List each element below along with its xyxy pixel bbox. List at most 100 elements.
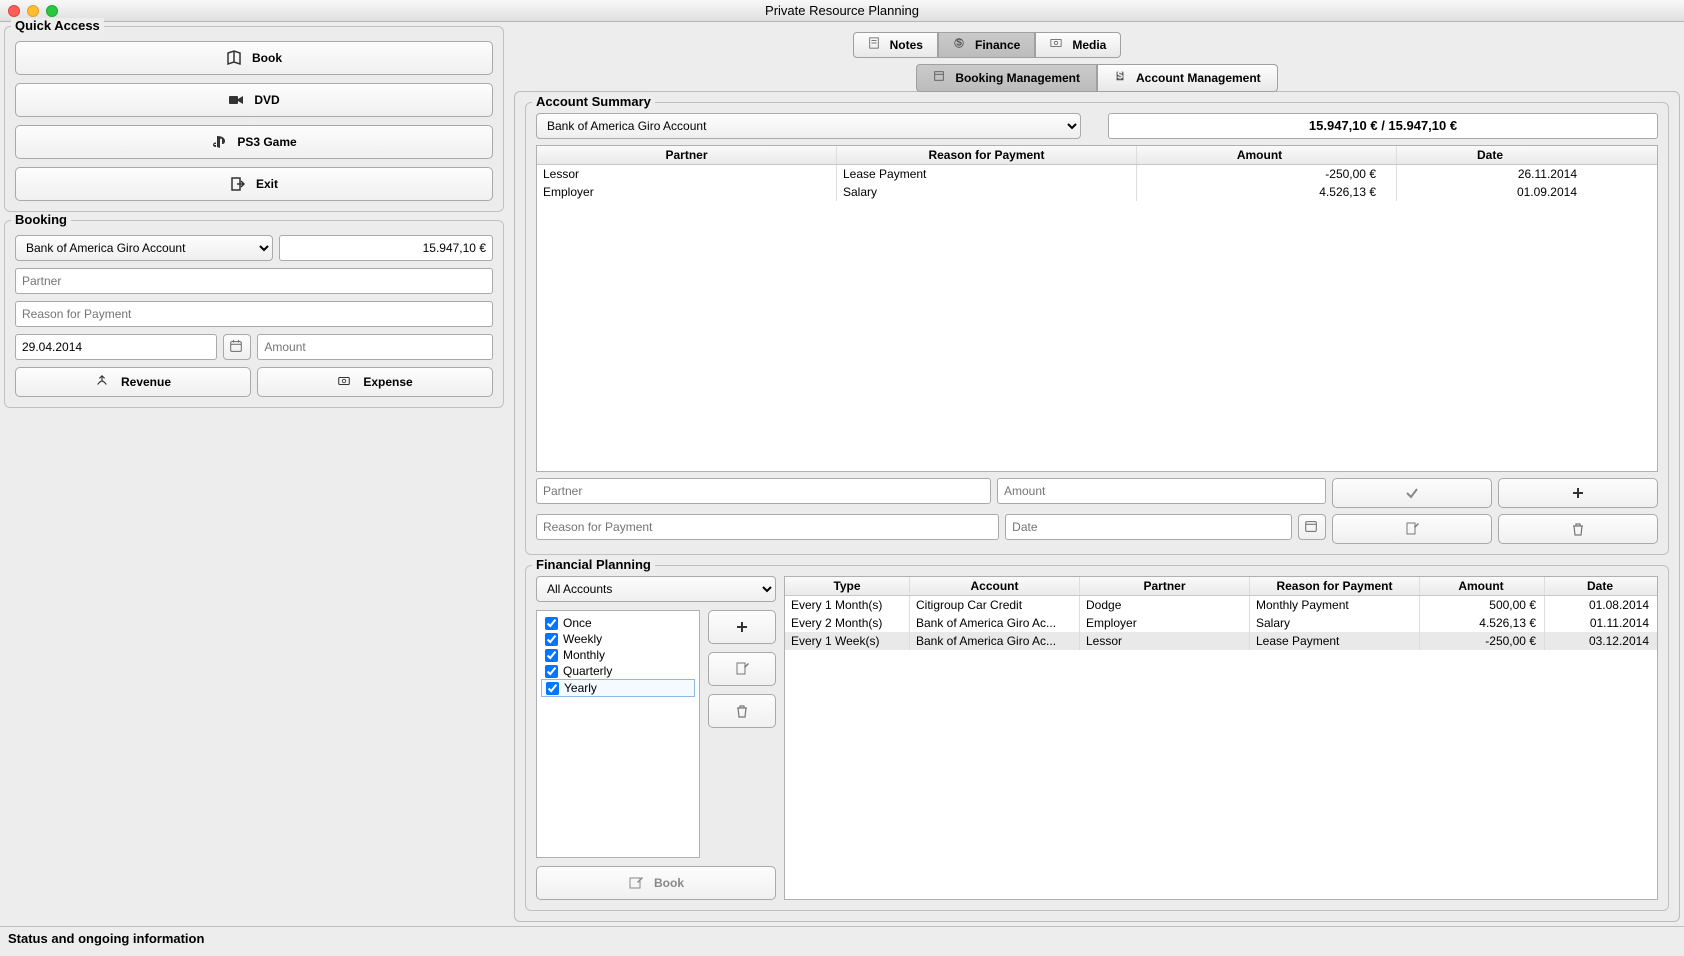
- booking-partner-input[interactable]: [15, 268, 493, 294]
- freq-once-row[interactable]: Once: [541, 615, 695, 631]
- summary-header-reason[interactable]: Reason for Payment: [837, 146, 1137, 164]
- edit-icon: [1404, 521, 1420, 537]
- summary-partner-input[interactable]: [536, 478, 991, 504]
- quick-ps3-button[interactable]: PS3 Game: [15, 125, 493, 159]
- summary-header-amount[interactable]: Amount: [1137, 146, 1397, 164]
- planning-header-account[interactable]: Account: [910, 577, 1080, 595]
- summary-header-date[interactable]: Date: [1397, 146, 1657, 164]
- quick-exit-button[interactable]: Exit: [15, 167, 493, 201]
- main-tabs: Notes $ Finance Media: [514, 32, 1680, 58]
- playstation-icon: [211, 134, 227, 150]
- status-text: Status and ongoing information: [8, 931, 204, 946]
- planning-add-button[interactable]: [708, 610, 776, 644]
- freq-weekly-checkbox[interactable]: [545, 633, 558, 646]
- quick-book-label: Book: [252, 51, 282, 65]
- expense-button[interactable]: Expense: [257, 367, 493, 397]
- quick-book-button[interactable]: Book: [15, 41, 493, 75]
- book-icon: [226, 50, 242, 66]
- freq-yearly-checkbox[interactable]: [546, 682, 559, 695]
- booking-account-select[interactable]: Bank of America Giro Account: [15, 235, 273, 261]
- planning-account-select[interactable]: All Accounts: [536, 576, 776, 602]
- table-row[interactable]: LessorLease Payment-250,00 €26.11.2014: [537, 165, 1657, 183]
- freq-weekly-row[interactable]: Weekly: [541, 631, 695, 647]
- summary-amount-input[interactable]: [997, 478, 1326, 504]
- quick-access-legend: Quick Access: [11, 18, 104, 33]
- table-row[interactable]: Every 2 Month(s)Bank of America Giro Ac.…: [785, 614, 1657, 632]
- freq-once-checkbox[interactable]: [545, 617, 558, 630]
- planning-book-button[interactable]: Book: [536, 866, 776, 900]
- revenue-icon: [95, 374, 111, 390]
- expense-icon: [337, 374, 353, 390]
- book-action-icon: [628, 875, 644, 891]
- media-icon: [1050, 37, 1066, 53]
- planning-table: Type Account Partner Reason for Payment …: [784, 576, 1658, 900]
- booking-date-input[interactable]: [15, 334, 217, 360]
- exit-icon: [230, 176, 246, 192]
- financial-planning-group: Financial Planning All Accounts Once Wee…: [525, 565, 1669, 911]
- check-icon: [1404, 485, 1420, 501]
- summary-account-select[interactable]: Bank of America Giro Account: [536, 113, 1081, 139]
- window-title: Private Resource Planning: [0, 3, 1684, 18]
- revenue-button[interactable]: Revenue: [15, 367, 251, 397]
- financial-planning-legend: Financial Planning: [532, 557, 655, 572]
- freq-yearly-row[interactable]: Yearly: [541, 679, 695, 697]
- booking-amount-input[interactable]: [257, 334, 493, 360]
- booking-reason-input[interactable]: [15, 301, 493, 327]
- planning-header-amount[interactable]: Amount: [1420, 577, 1545, 595]
- summary-add-button[interactable]: [1498, 478, 1658, 508]
- freq-quarterly-row[interactable]: Quarterly: [541, 663, 695, 679]
- table-row[interactable]: Every 1 Week(s)Bank of America Giro Ac..…: [785, 632, 1657, 650]
- table-row[interactable]: EmployerSalary4.526,13 €01.09.2014: [537, 183, 1657, 201]
- booking-legend: Booking: [11, 212, 71, 227]
- trash-icon: [734, 703, 750, 719]
- plus-icon: [734, 619, 750, 635]
- tab-account-management[interactable]: $ Account Management: [1097, 64, 1278, 92]
- quick-ps3-label: PS3 Game: [237, 135, 296, 149]
- booking-mgmt-icon: [933, 70, 949, 86]
- status-bar: Status and ongoing information: [0, 926, 1684, 956]
- svg-text:$: $: [956, 38, 962, 49]
- summary-date-picker-button[interactable]: [1298, 514, 1326, 540]
- account-mgmt-icon: $: [1114, 70, 1130, 86]
- quick-exit-label: Exit: [256, 177, 278, 191]
- booking-group: Booking Bank of America Giro Account: [4, 220, 504, 408]
- finance-icon: $: [953, 37, 969, 53]
- tab-notes[interactable]: Notes: [853, 32, 938, 58]
- summary-table: Partner Reason for Payment Amount Date L…: [536, 145, 1658, 472]
- planning-header-reason[interactable]: Reason for Payment: [1250, 577, 1420, 595]
- titlebar: Private Resource Planning: [0, 0, 1684, 22]
- planning-edit-button[interactable]: [708, 652, 776, 686]
- tab-media[interactable]: Media: [1035, 32, 1121, 58]
- sub-tabs: Booking Management $ Account Management: [514, 64, 1680, 92]
- notes-icon: [868, 37, 884, 53]
- expense-label: Expense: [363, 375, 412, 389]
- freq-monthly-checkbox[interactable]: [545, 649, 558, 662]
- plus-icon: [1570, 485, 1586, 501]
- planning-header-type[interactable]: Type: [785, 577, 910, 595]
- summary-date-input[interactable]: [1005, 514, 1292, 540]
- freq-monthly-row[interactable]: Monthly: [541, 647, 695, 663]
- booking-date-picker-button[interactable]: [223, 334, 251, 360]
- trash-icon: [1570, 521, 1586, 537]
- tab-booking-management[interactable]: Booking Management: [916, 64, 1097, 92]
- summary-confirm-button[interactable]: [1332, 478, 1492, 508]
- planning-delete-button[interactable]: [708, 694, 776, 728]
- summary-balance-display: 15.947,10 € / 15.947,10 €: [1108, 113, 1658, 139]
- planning-header-partner[interactable]: Partner: [1080, 577, 1250, 595]
- freq-quarterly-checkbox[interactable]: [545, 665, 558, 678]
- account-summary-group: Account Summary Bank of America Giro Acc…: [525, 102, 1669, 555]
- edit-icon: [734, 661, 750, 677]
- summary-header-partner[interactable]: Partner: [537, 146, 837, 164]
- summary-delete-button[interactable]: [1498, 514, 1658, 544]
- quick-dvd-button[interactable]: DVD: [15, 83, 493, 117]
- planning-header-date[interactable]: Date: [1545, 577, 1657, 595]
- summary-reason-input[interactable]: [536, 514, 999, 540]
- tab-finance[interactable]: $ Finance: [938, 32, 1035, 58]
- account-summary-legend: Account Summary: [532, 94, 655, 109]
- svg-text:$: $: [1117, 71, 1123, 82]
- summary-edit-button[interactable]: [1332, 514, 1492, 544]
- camera-icon: [228, 92, 244, 108]
- quick-dvd-label: DVD: [254, 93, 279, 107]
- table-row[interactable]: Every 1 Month(s)Citigroup Car CreditDodg…: [785, 596, 1657, 614]
- booking-balance-field[interactable]: [279, 235, 493, 261]
